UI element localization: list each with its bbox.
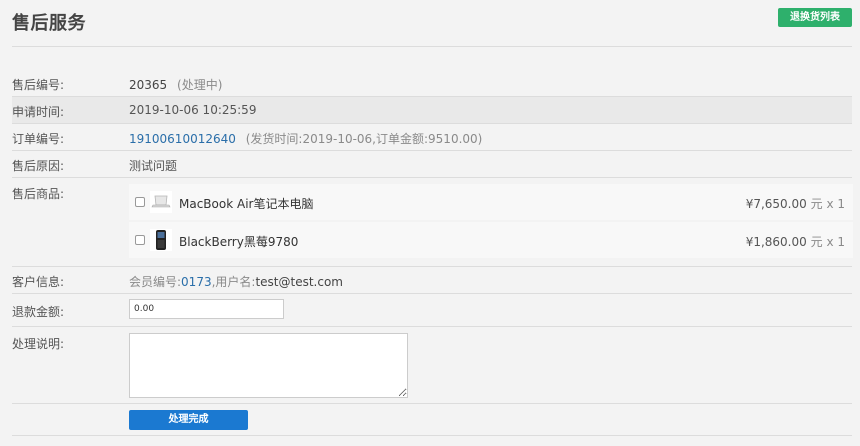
page-title: 售后服务 xyxy=(12,13,86,34)
refund-label: 退款金额: xyxy=(12,305,65,319)
row-customer: 客户信息: 会员编号:0173,用户名:test@test.com xyxy=(12,267,852,294)
note-textarea[interactable] xyxy=(129,333,408,398)
product-quantity: x 1 xyxy=(826,235,845,249)
reason-label: 售后原因: xyxy=(12,159,65,173)
row-reason: 售后原因: 测试问题 xyxy=(12,151,852,178)
price-amount: ¥7,650.00 xyxy=(745,197,807,211)
row-order-no: 订单编号: 19100610012640 (发货时间:2019-10-06,订单… xyxy=(12,124,852,151)
price-amount: ¥1,860.00 xyxy=(745,235,807,249)
apply-time-value: 2019-10-06 10:25:59 xyxy=(129,103,257,117)
customer-label: 客户信息: xyxy=(12,275,65,289)
order-no-link[interactable]: 19100610012640 xyxy=(129,132,236,146)
service-no-value: 20365 (处理中) xyxy=(129,76,222,93)
username-prefix: ,用户名: xyxy=(211,275,256,289)
header-divider xyxy=(12,46,852,47)
product-quantity: x 1 xyxy=(826,197,845,211)
product-item: BlackBerry黑莓9780 ¥1,860.00 元 x 1 xyxy=(129,222,853,258)
order-detail: (发货时间:2019-10-06,订单金额:9510.00) xyxy=(245,132,483,146)
reason-value: 测试问题 xyxy=(129,159,178,173)
products-label: 售后商品: xyxy=(12,187,65,201)
username: test@test.com xyxy=(255,275,343,289)
product-name: MacBook Air笔记本电脑 xyxy=(179,197,314,211)
price-unit: 元 xyxy=(810,197,823,211)
price-unit: 元 xyxy=(810,235,823,249)
note-label: 处理说明: xyxy=(12,337,65,351)
product-checkbox[interactable] xyxy=(135,197,145,207)
product-checkbox[interactable] xyxy=(135,235,145,245)
row-service-no: 售后编号: 20365 (处理中) xyxy=(12,70,852,97)
product-item: MacBook Air笔记本电脑 ¥7,650.00 元 x 1 xyxy=(129,184,853,220)
product-name: BlackBerry黑莓9780 xyxy=(179,235,299,249)
customer-value: 会员编号:0173,用户名:test@test.com xyxy=(129,273,343,290)
member-no-prefix: 会员编号: xyxy=(129,275,182,289)
service-no-label: 售后编号: xyxy=(12,78,65,92)
after-sales-page: 售后服务 退换货列表 售后编号: 20365 (处理中) 申请时间: 2019-… xyxy=(0,0,860,446)
order-no-value: 19100610012640 (发货时间:2019-10-06,订单金额:951… xyxy=(129,130,482,147)
service-no: 20365 xyxy=(129,78,168,92)
laptop-icon xyxy=(150,191,172,213)
refund-amount-input[interactable] xyxy=(129,299,284,319)
phone-icon xyxy=(150,229,172,251)
complete-button[interactable]: 处理完成 xyxy=(129,410,248,430)
member-no-link[interactable]: 0173 xyxy=(181,275,212,289)
service-status: (处理中) xyxy=(177,78,223,92)
row-apply-time: 申请时间: 2019-10-06 10:25:59 xyxy=(12,97,852,124)
bottom-divider xyxy=(12,435,852,436)
order-no-label: 订单编号: xyxy=(12,132,65,146)
apply-time-label: 申请时间: xyxy=(12,105,65,119)
product-price: ¥7,650.00 元 x 1 xyxy=(746,195,845,212)
return-list-button[interactable]: 退换货列表 xyxy=(778,8,852,27)
product-price: ¥1,860.00 元 x 1 xyxy=(746,233,845,250)
